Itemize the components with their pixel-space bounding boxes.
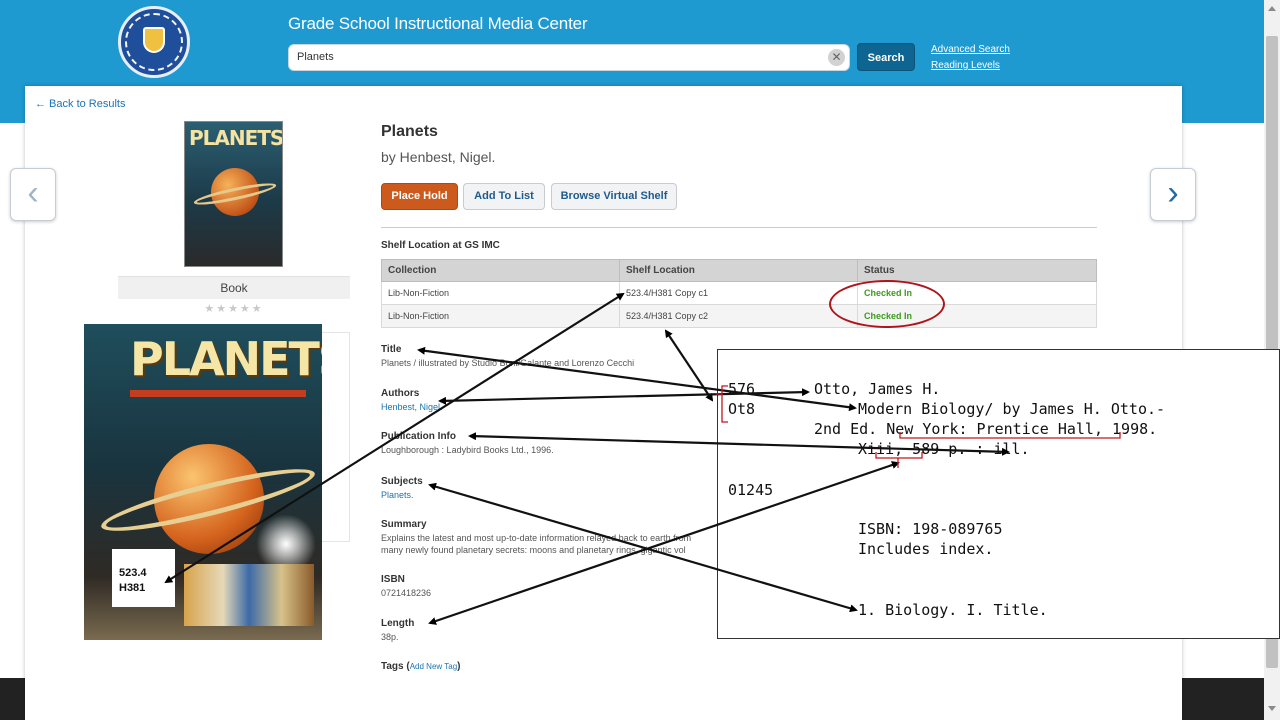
- back-to-results-link[interactable]: ← Back to Results: [35, 98, 125, 110]
- collection-cell: Lib-Non-Fiction: [381, 304, 620, 328]
- column-header-collection: Collection: [381, 259, 620, 282]
- summary-line-1: Explains the latest and most up-to-date …: [381, 533, 692, 543]
- card-edition-line: 2nd Ed. New York: Prentice Hall, 1998.: [814, 420, 1158, 438]
- title-label: Title: [381, 344, 402, 355]
- clear-search-icon[interactable]: ✕: [828, 49, 845, 66]
- add-to-list-button[interactable]: Add To List: [463, 183, 545, 210]
- shelf-location-cell: 523.4/H381 Copy c2: [619, 304, 858, 328]
- publication-info-value: Loughborough : Ladybird Books Ltd., 1996…: [381, 445, 554, 455]
- shelf-location-cell: 523.4/H381 Copy c1: [619, 281, 858, 305]
- shelf-location-heading: Shelf Location at GS IMC: [381, 240, 500, 251]
- isbn-label: ISBN: [381, 574, 405, 585]
- tags-label: Tags: [381, 661, 404, 672]
- chevron-right-icon: ›: [1167, 174, 1179, 212]
- school-logo[interactable]: [118, 6, 190, 78]
- cover-thumbnail-strip: [184, 564, 314, 626]
- add-new-tag-link[interactable]: Add New Tag: [410, 662, 457, 671]
- scroll-up-icon[interactable]: [1268, 6, 1276, 11]
- format-label: Book: [118, 276, 350, 299]
- section-divider: [381, 227, 1097, 228]
- publication-info-label: Publication Info: [381, 431, 456, 442]
- card-cutter-number: Ot8: [728, 400, 756, 418]
- summary-line-2: many newly found planetary secrets: moon…: [381, 545, 686, 555]
- card-title-line: Modern Biology/ by James H. Otto.-: [858, 400, 1166, 418]
- chevron-left-icon: ‹: [27, 174, 39, 212]
- table-row: Lib-Non-Fiction 523.4/H381 Copy c2 Check…: [381, 304, 1097, 328]
- cover-stripe: [130, 390, 306, 397]
- enlarged-cover-title: PLANETS: [130, 332, 322, 386]
- book-title: Planets: [381, 123, 438, 140]
- spine-label: 523.4 H381: [112, 549, 175, 607]
- spine-label-cutter: H381: [119, 582, 146, 594]
- previous-record-button[interactable]: ‹: [10, 168, 56, 221]
- subjects-label: Subjects: [381, 476, 423, 487]
- search-button[interactable]: Search: [857, 43, 915, 71]
- authors-label: Authors: [381, 388, 420, 399]
- catalog-card-example: 576 Ot8 Otto, James H. Modern Biology/ b…: [717, 349, 1280, 639]
- spine-label-class: 523.4: [119, 567, 147, 579]
- length-label: Length: [381, 618, 415, 629]
- book-author: by Henbest, Nigel.: [381, 149, 496, 165]
- tags-row: Tags (Add New Tag): [381, 661, 461, 672]
- isbn-value: 0721418236: [381, 588, 432, 598]
- table-header-row: Collection Shelf Location Status: [381, 259, 1097, 282]
- status-highlight-circle: [829, 280, 945, 328]
- summary-label: Summary: [381, 519, 427, 530]
- star-rating[interactable]: ★★★★★: [118, 302, 350, 315]
- card-accession-number: 01245: [728, 481, 774, 499]
- holdings-table: Collection Shelf Location Status Lib-Non…: [381, 259, 1097, 328]
- logo-shield-icon: [143, 27, 165, 53]
- site-title: Grade School Instructional Media Center: [288, 14, 588, 33]
- card-note: Includes index.: [858, 540, 994, 558]
- place-hold-button[interactable]: Place Hold: [381, 183, 458, 210]
- book-cover-thumbnail[interactable]: PLANETS: [184, 121, 283, 267]
- column-header-status: Status: [857, 259, 1097, 282]
- collection-cell: Lib-Non-Fiction: [381, 281, 620, 305]
- scroll-down-icon[interactable]: [1268, 706, 1276, 711]
- card-isbn: ISBN: 198-089765: [858, 520, 1003, 538]
- card-class-number: 576: [728, 380, 756, 398]
- title-value: Planets / illustrated by Studio Boni/Gal…: [381, 358, 635, 368]
- cover-title-text: PLANETS: [189, 126, 283, 150]
- card-author: Otto, James H.: [814, 380, 941, 398]
- card-tracing: 1. Biology. I. Title.: [858, 601, 1048, 619]
- browse-virtual-shelf-button[interactable]: Browse Virtual Shelf: [551, 183, 677, 210]
- search-input[interactable]: Planets ✕: [288, 44, 850, 71]
- next-record-button[interactable]: ›: [1150, 168, 1196, 221]
- subject-link[interactable]: Planets.: [381, 490, 414, 500]
- reading-levels-link[interactable]: Reading Levels: [931, 60, 1000, 71]
- search-input-value: Planets: [297, 51, 334, 63]
- advanced-search-link[interactable]: Advanced Search: [931, 44, 1010, 55]
- sidebar-panel: [322, 332, 350, 542]
- table-row: Lib-Non-Fiction 523.4/H381 Copy c1 Check…: [381, 281, 1097, 305]
- author-link[interactable]: Henbest, Nigel.: [381, 402, 443, 412]
- length-value: 38p.: [381, 632, 399, 642]
- column-header-shelf-location: Shelf Location: [619, 259, 858, 282]
- card-collation: Xiii, 589 p. : ill.: [858, 440, 1030, 458]
